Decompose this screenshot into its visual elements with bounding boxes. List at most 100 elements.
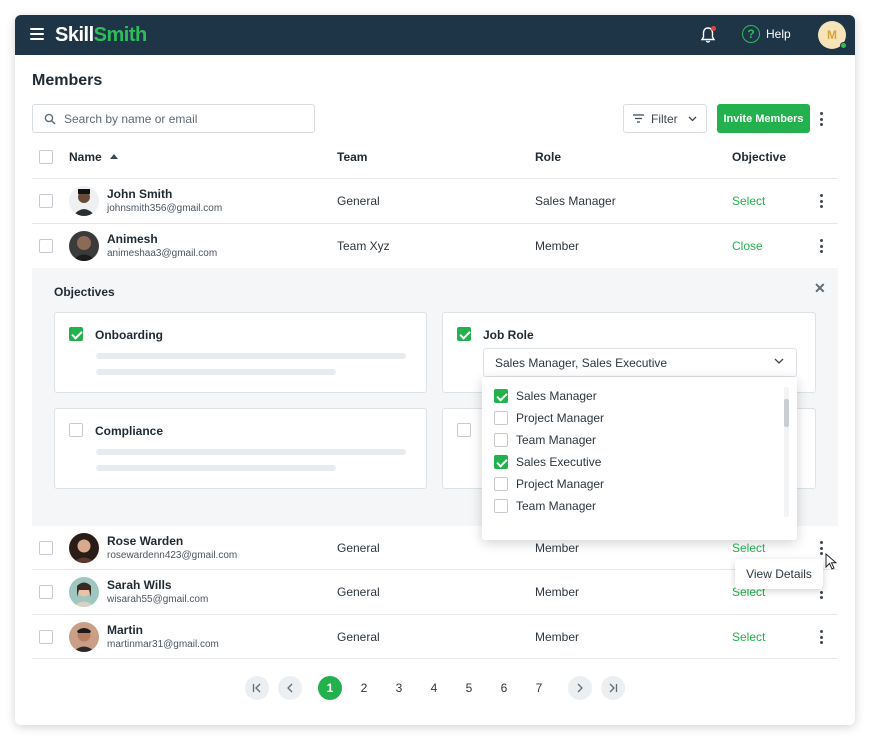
objective-card-compliance[interactable]: Compliance xyxy=(54,408,427,489)
member-role: Member xyxy=(535,239,580,253)
page-3[interactable]: 3 xyxy=(387,676,411,700)
avatar xyxy=(69,622,99,652)
job-role-options-menu: Sales Manager Project Manager Team Manag… xyxy=(482,377,797,540)
help-icon: ? xyxy=(742,25,760,43)
previous-page-icon[interactable] xyxy=(278,676,302,700)
table-row: Sarah Wills wisarah55@gmail.com General … xyxy=(15,570,855,614)
search-input[interactable] xyxy=(64,111,304,126)
member-team: General xyxy=(337,194,380,208)
job-role-dropdown[interactable]: Sales Manager, Sales Executive xyxy=(483,348,797,377)
member-email: martinmar31@gmail.com xyxy=(107,639,219,650)
menu-icon[interactable] xyxy=(30,28,44,40)
objective-checkbox[interactable] xyxy=(457,423,471,437)
option-sales-manager[interactable]: Sales Manager xyxy=(494,385,597,407)
row-checkbox[interactable] xyxy=(39,194,53,208)
help-label: Help xyxy=(766,27,791,41)
app-window: SkillSmith ? Help M Members Filter Invit… xyxy=(15,15,855,725)
objectives-title: Objectives xyxy=(54,285,115,299)
dropdown-value: Sales Manager, Sales Executive xyxy=(495,356,668,370)
row-checkbox[interactable] xyxy=(39,541,53,555)
last-page-icon[interactable] xyxy=(601,676,625,700)
option-checkbox[interactable] xyxy=(494,455,508,469)
option-project-manager[interactable]: Project Manager xyxy=(494,407,604,429)
row-more-options-icon[interactable] xyxy=(815,238,827,254)
member-name: Rose Warden xyxy=(107,534,184,548)
column-header-objective: Objective xyxy=(732,150,787,164)
member-team: General xyxy=(337,541,380,555)
member-name: Animesh xyxy=(107,232,158,246)
objective-select-link[interactable]: Select xyxy=(732,630,765,644)
option-team-manager[interactable]: Team Manager xyxy=(494,495,596,517)
filter-button[interactable]: Filter xyxy=(623,104,707,133)
option-checkbox[interactable] xyxy=(494,411,508,425)
onboarding-checkbox[interactable] xyxy=(69,327,83,341)
sort-ascending-icon xyxy=(109,154,118,159)
option-checkbox[interactable] xyxy=(494,389,508,403)
filter-label: Filter xyxy=(651,111,678,126)
row-checkbox[interactable] xyxy=(39,239,53,253)
objective-card-label: Onboarding xyxy=(95,328,163,342)
notification-bell-icon[interactable] xyxy=(700,26,716,44)
view-details-menu-item[interactable]: View Details xyxy=(735,559,823,589)
objective-select-link[interactable]: Select xyxy=(732,541,765,555)
member-name: Martin xyxy=(107,623,143,637)
avatar xyxy=(69,231,99,261)
member-role: Member xyxy=(535,541,580,555)
objective-card-label: Compliance xyxy=(95,424,164,438)
compliance-checkbox[interactable] xyxy=(69,423,83,437)
member-role: Member xyxy=(535,630,580,644)
job-role-checkbox[interactable] xyxy=(457,327,471,341)
page-6[interactable]: 6 xyxy=(492,676,516,700)
chevron-down-icon xyxy=(774,358,784,364)
member-role: Sales Manager xyxy=(535,194,616,208)
table-row: Rose Warden rosewardenn423@gmail.com Gen… xyxy=(15,526,855,570)
invite-members-button[interactable]: Invite Members xyxy=(717,104,810,133)
first-page-icon[interactable] xyxy=(245,676,269,700)
search-icon xyxy=(44,113,56,124)
objective-close-link[interactable]: Close xyxy=(732,239,763,253)
table-row: Animesh animeshaa3@gmail.com Team Xyz Me… xyxy=(15,224,855,268)
close-icon[interactable]: ✕ xyxy=(814,280,826,297)
app-logo[interactable]: SkillSmith xyxy=(55,24,147,47)
row-more-options-icon[interactable] xyxy=(815,193,827,209)
member-team: General xyxy=(337,585,380,599)
option-team-manager[interactable]: Team Manager xyxy=(494,429,596,451)
top-bar: SkillSmith ? Help M xyxy=(15,15,855,55)
table-row: Martin martinmar31@gmail.com General Mem… xyxy=(15,615,855,659)
search-box[interactable] xyxy=(32,104,315,133)
page-7[interactable]: 7 xyxy=(527,676,551,700)
placeholder-line xyxy=(96,465,336,471)
row-more-options-icon[interactable] xyxy=(815,629,827,645)
help-button[interactable]: ? Help xyxy=(742,25,791,43)
option-checkbox[interactable] xyxy=(494,499,508,513)
row-checkbox[interactable] xyxy=(39,585,53,599)
option-checkbox[interactable] xyxy=(494,433,508,447)
more-options-icon[interactable] xyxy=(815,111,827,127)
online-status-dot xyxy=(840,42,847,49)
page-1[interactable]: 1 xyxy=(318,676,342,700)
avatar xyxy=(69,186,99,216)
member-name: Sarah Wills xyxy=(107,578,172,592)
next-page-icon[interactable] xyxy=(568,676,592,700)
page-5[interactable]: 5 xyxy=(457,676,481,700)
column-header-name[interactable]: Name xyxy=(69,150,118,164)
select-all-checkbox[interactable] xyxy=(39,150,53,164)
avatar xyxy=(69,533,99,563)
pagination: 1 2 3 4 5 6 7 xyxy=(15,676,855,700)
option-project-manager[interactable]: Project Manager xyxy=(494,473,604,495)
column-header-role: Role xyxy=(535,150,562,164)
scrollbar-thumb[interactable] xyxy=(784,399,789,427)
option-sales-executive[interactable]: Sales Executive xyxy=(494,451,601,473)
row-checkbox[interactable] xyxy=(39,630,53,644)
page-title: Members xyxy=(32,72,103,89)
page-4[interactable]: 4 xyxy=(422,676,446,700)
option-checkbox[interactable] xyxy=(494,477,508,491)
objective-select-link[interactable]: Select xyxy=(732,194,765,208)
page-2[interactable]: 2 xyxy=(352,676,376,700)
notification-dot xyxy=(711,26,716,31)
column-header-team: Team xyxy=(337,150,368,164)
member-role: Member xyxy=(535,585,580,599)
member-team: General xyxy=(337,630,380,644)
objective-card-onboarding[interactable]: Onboarding xyxy=(54,312,427,393)
member-email: wisarah55@gmail.com xyxy=(107,594,209,605)
